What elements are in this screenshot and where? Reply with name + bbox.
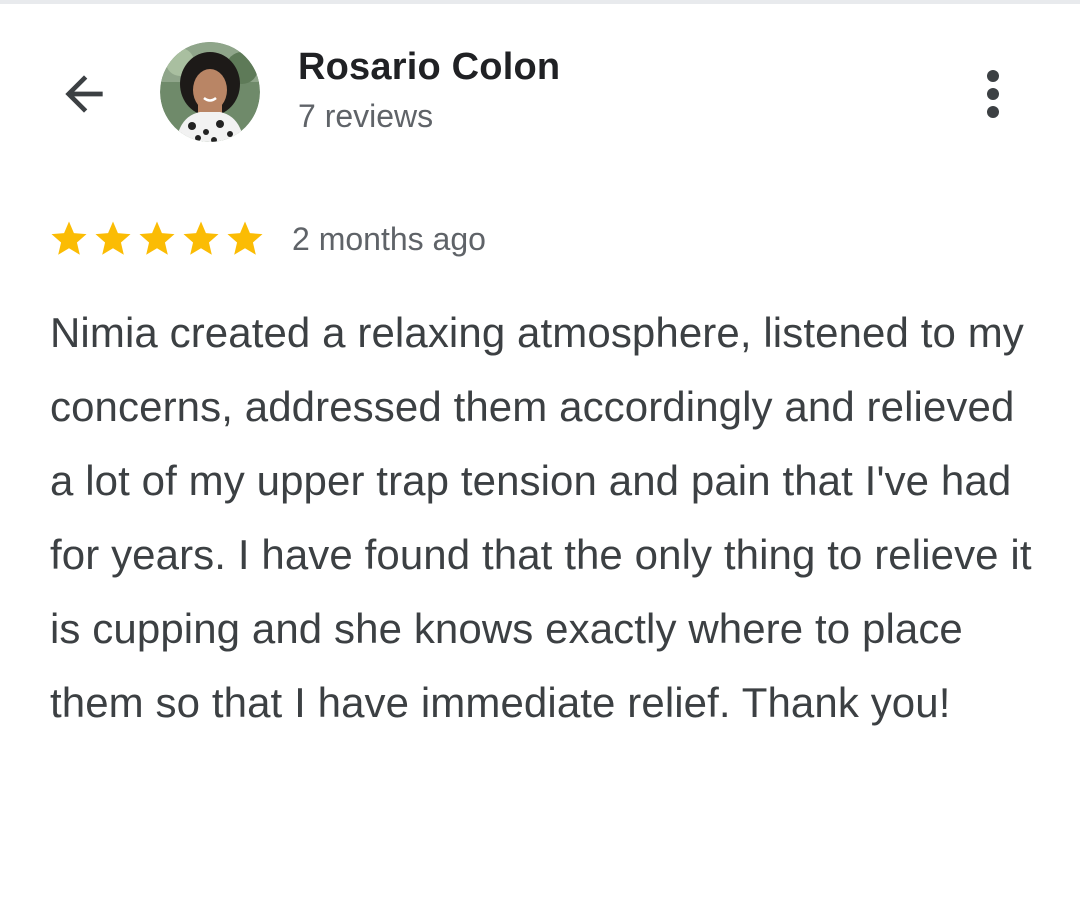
star-icon: [95, 221, 131, 255]
star-rating: [48, 218, 266, 260]
more-vert-icon: [987, 70, 999, 118]
avatar-photo: [160, 42, 260, 142]
star-icon: [139, 221, 175, 255]
review-meta: 2 months ago: [48, 214, 486, 264]
star-icon: [227, 221, 263, 255]
star-icon: [183, 221, 219, 255]
reviewer-review-count: 7 reviews: [298, 98, 434, 134]
arrow-back-icon: [65, 75, 103, 113]
back-button[interactable]: [52, 62, 116, 126]
review-date: 2 months ago: [292, 220, 486, 257]
top-divider: [0, 0, 1080, 4]
review-text: Nimia created a relaxing atmosphere, lis…: [50, 309, 1032, 726]
more-options-button[interactable]: [968, 62, 1018, 126]
star-icon: [51, 221, 87, 255]
reviewer-name[interactable]: Rosario Colon: [298, 46, 560, 89]
reviewer-header: Rosario Colon 7 reviews: [0, 40, 1080, 150]
reviewer-avatar[interactable]: [160, 42, 260, 142]
